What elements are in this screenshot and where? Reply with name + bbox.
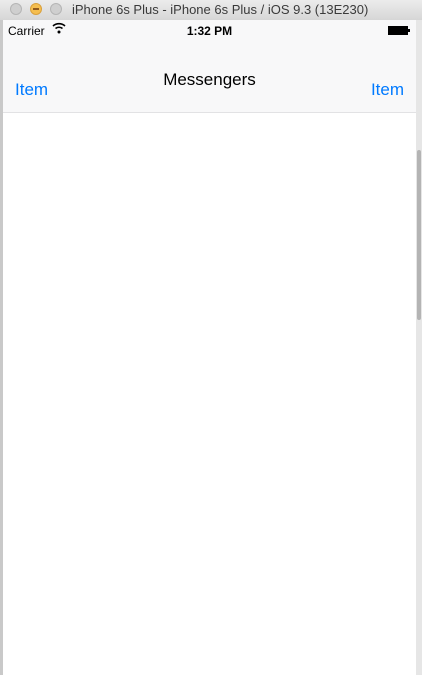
- status-bar: Carrier 1:32 PM: [3, 20, 416, 42]
- simulator-scrollbar-thumb[interactable]: [417, 150, 421, 320]
- nav-title: Messengers: [163, 70, 256, 89]
- content-area[interactable]: [3, 113, 416, 675]
- simulator-title-bar: iPhone 6s Plus - iPhone 6s Plus / iOS 9.…: [0, 0, 422, 21]
- navigation-bar: Item Messengers Item: [3, 42, 416, 112]
- status-time: 1:32 PM: [186, 24, 233, 38]
- right-bar-button[interactable]: Item: [371, 80, 404, 100]
- simulator-scrollbar-track[interactable]: [416, 20, 422, 675]
- window-title: iPhone 6s Plus - iPhone 6s Plus / iOS 9.…: [72, 2, 369, 17]
- close-window-button[interactable]: [10, 3, 22, 15]
- minimize-window-button[interactable]: [30, 3, 42, 15]
- battery-icon: [388, 26, 410, 35]
- zoom-window-button[interactable]: [50, 3, 62, 15]
- navigation-header: Carrier 1:32 PM Item Messengers Item: [3, 20, 416, 113]
- device-screen: Carrier 1:32 PM Item Messengers Item: [3, 20, 416, 675]
